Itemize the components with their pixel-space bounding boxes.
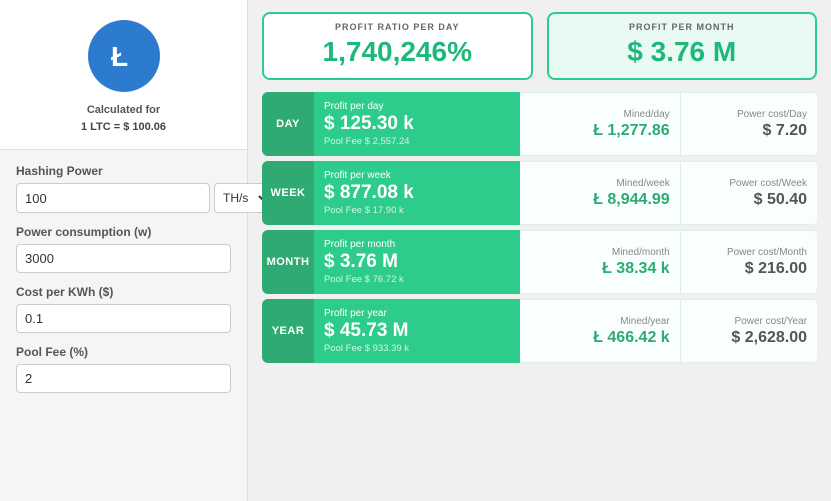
row-week-label: Week: [262, 161, 314, 225]
row-year-mined: Mined/year Ł 466.42 k: [520, 299, 680, 363]
row-day-mined-value: Ł 1,277.86: [593, 122, 670, 140]
row-year-mined-label: Mined/year: [620, 316, 669, 327]
cost-per-kwh-row: [16, 304, 231, 333]
calc-for-label: Calculated for 1 LTC = $ 100.06: [81, 102, 166, 135]
hashing-power-label: Hashing Power: [16, 164, 231, 178]
row-day-profit-label: Profit per day: [324, 101, 510, 112]
data-rows: Day Profit per day $ 125.30 k Pool Fee $…: [262, 92, 817, 489]
row-month: Month Profit per month $ 3.76 M Pool Fee…: [262, 230, 817, 294]
row-year-label: Year: [262, 299, 314, 363]
row-month-profit-label: Profit per month: [324, 239, 510, 250]
left-panel: Ł Calculated for 1 LTC = $ 100.06 Hashin…: [0, 0, 248, 501]
row-year-power: Power cost/Year $ 2,628.00: [680, 299, 817, 363]
row-year-profit: Profit per year $ 45.73 M Pool Fee $ 933…: [314, 299, 520, 363]
row-year-power-value: $ 2,628.00: [731, 329, 807, 347]
row-day-power: Power cost/Day $ 7.20: [680, 92, 817, 156]
row-week-power-value: $ 50.40: [754, 191, 807, 209]
row-day-mined: Mined/day Ł 1,277.86: [520, 92, 680, 156]
row-month-power-label: Power cost/Month: [727, 247, 807, 258]
logo-area: Ł Calculated for 1 LTC = $ 100.06: [0, 0, 247, 150]
power-consumption-label: Power consumption (w): [16, 225, 231, 239]
power-consumption-input[interactable]: [16, 244, 231, 273]
row-day-profit-value: $ 125.30 k: [324, 114, 510, 135]
row-week: Week Profit per week $ 877.08 k Pool Fee…: [262, 161, 817, 225]
row-month-profit-value: $ 3.76 M: [324, 252, 510, 273]
svg-text:Ł: Ł: [111, 41, 128, 72]
row-year-pool-fee: Pool Fee $ 933.39 k: [324, 343, 510, 354]
cost-per-kwh-input[interactable]: [16, 304, 231, 333]
row-month-label: Month: [262, 230, 314, 294]
row-week-profit: Profit per week $ 877.08 k Pool Fee $ 17…: [314, 161, 520, 225]
cost-per-kwh-label: Cost per KWh ($): [16, 285, 231, 299]
row-week-mined-label: Mined/week: [616, 178, 669, 189]
row-month-power-value: $ 216.00: [745, 260, 807, 278]
ltc-icon: Ł: [102, 34, 146, 78]
row-week-mined: Mined/week Ł 8,944.99: [520, 161, 680, 225]
row-year-profit-label: Profit per year: [324, 308, 510, 319]
stat-card-profit-month-value: $ 3.76 M: [565, 36, 800, 68]
pool-fee-label: Pool Fee (%): [16, 345, 231, 359]
stat-card-profit-ratio-label: PROFIT RATIO PER DAY: [280, 22, 515, 32]
row-day-power-value: $ 7.20: [763, 122, 807, 140]
row-year-profit-value: $ 45.73 M: [324, 321, 510, 342]
stat-card-profit-ratio-value: 1,740,246%: [280, 36, 515, 68]
row-week-power: Power cost/Week $ 50.40: [680, 161, 817, 225]
stat-card-profit-month: PROFIT PER MONTH $ 3.76 M: [547, 12, 818, 80]
right-panel: PROFIT RATIO PER DAY 1,740,246% PROFIT P…: [248, 0, 831, 501]
row-month-profit: Profit per month $ 3.76 M Pool Fee $ 76.…: [314, 230, 520, 294]
row-week-mined-value: Ł 8,944.99: [593, 191, 670, 209]
row-month-power: Power cost/Month $ 216.00: [680, 230, 817, 294]
row-week-power-label: Power cost/Week: [729, 178, 807, 189]
row-month-mined-label: Mined/month: [612, 247, 670, 258]
row-year-mined-value: Ł 466.42 k: [593, 329, 670, 347]
top-stats: PROFIT RATIO PER DAY 1,740,246% PROFIT P…: [262, 12, 817, 80]
hashing-power-row: TH/s GH/s MH/s: [16, 183, 231, 213]
row-day-mined-label: Mined/day: [624, 109, 670, 120]
stat-card-profit-month-label: PROFIT PER MONTH: [565, 22, 800, 32]
pool-fee-input[interactable]: [16, 364, 231, 393]
row-week-pool-fee: Pool Fee $ 17.90 k: [324, 205, 510, 216]
row-week-profit-label: Profit per week: [324, 170, 510, 181]
power-consumption-row: [16, 244, 231, 273]
form-area: Hashing Power TH/s GH/s MH/s Power consu…: [0, 150, 247, 393]
main-container: Ł Calculated for 1 LTC = $ 100.06 Hashin…: [0, 0, 831, 501]
row-day-label: Day: [262, 92, 314, 156]
row-month-mined-value: Ł 38.34 k: [602, 260, 670, 278]
row-week-profit-value: $ 877.08 k: [324, 183, 510, 204]
row-day-power-label: Power cost/Day: [737, 109, 807, 120]
row-year-power-label: Power cost/Year: [735, 316, 807, 327]
ltc-logo: Ł: [88, 20, 160, 92]
pool-fee-row: [16, 364, 231, 393]
stat-card-profit-ratio: PROFIT RATIO PER DAY 1,740,246%: [262, 12, 533, 80]
row-day-profit: Profit per day $ 125.30 k Pool Fee $ 2,5…: [314, 92, 520, 156]
row-month-pool-fee: Pool Fee $ 76.72 k: [324, 274, 510, 285]
row-day-pool-fee: Pool Fee $ 2,557.24: [324, 136, 510, 147]
row-year: Year Profit per year $ 45.73 M Pool Fee …: [262, 299, 817, 363]
hashing-power-input[interactable]: [16, 183, 210, 213]
row-month-mined: Mined/month Ł 38.34 k: [520, 230, 680, 294]
row-day: Day Profit per day $ 125.30 k Pool Fee $…: [262, 92, 817, 156]
